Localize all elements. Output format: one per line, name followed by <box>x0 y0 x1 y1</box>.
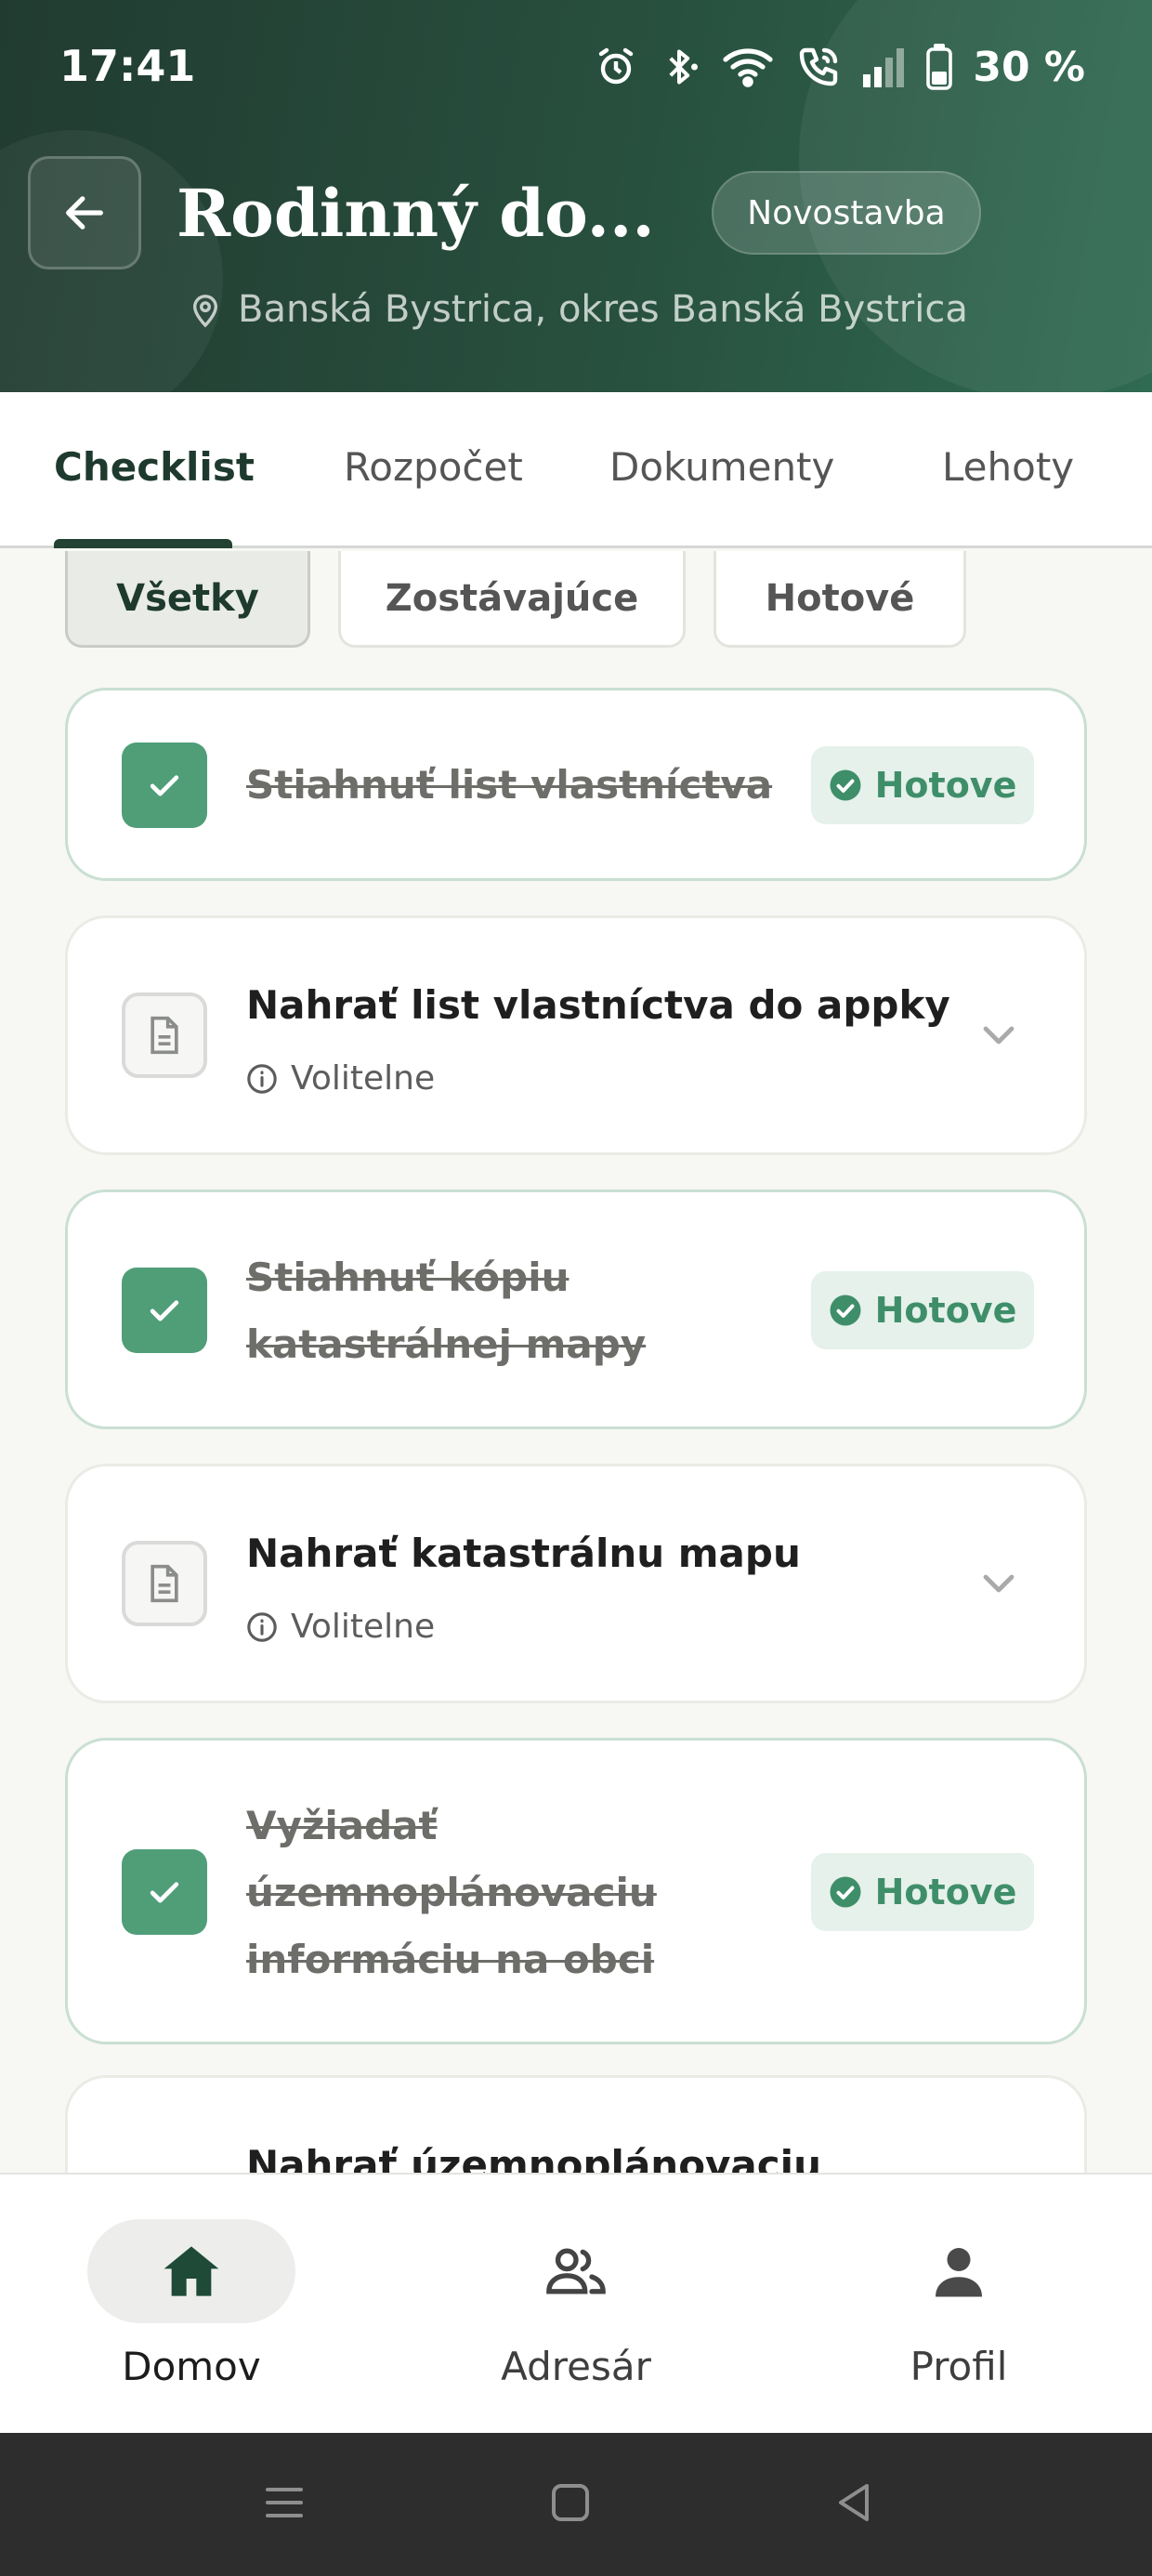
nav-contacts-pill <box>472 2219 680 2323</box>
back-triangle-icon[interactable] <box>831 2479 876 2526</box>
check-circle-icon <box>830 1876 861 1908</box>
signal-icon <box>863 48 905 87</box>
tab-dokumenty[interactable]: Dokumenty <box>609 444 834 490</box>
optional-label: Volitelne <box>291 1608 436 1646</box>
chevron-down-icon[interactable] <box>976 1016 1021 1053</box>
tab-rozpocet[interactable]: Rozpočet <box>344 444 523 490</box>
home-button-icon[interactable] <box>548 2479 593 2526</box>
task-title: Stiahnuť list vlastníctva <box>246 762 773 808</box>
file-icon <box>151 1016 178 1055</box>
bottom-navigation: Domov Adresár Profil <box>0 2173 1152 2433</box>
task-checkbox[interactable] <box>122 743 207 828</box>
check-icon <box>150 775 179 796</box>
check-icon <box>150 1882 179 1903</box>
alarm-icon <box>599 47 634 85</box>
done-badge-label: Hotove <box>874 1290 1017 1331</box>
system-navigation-bar <box>0 2433 1152 2576</box>
location-pin-icon <box>192 295 218 328</box>
done-badge: Hotove <box>811 1271 1034 1349</box>
location-text: Banská Bystrica, okres Banská Bystrica <box>238 288 968 331</box>
task-title: Nahrať list vlastníctva do appky <box>246 982 950 1028</box>
nav-item-contacts[interactable]: Adresár <box>437 2219 715 2389</box>
battery-icon <box>926 44 953 90</box>
nav-label: Profil <box>910 2344 1008 2389</box>
nav-item-profile[interactable]: Profil <box>819 2219 1098 2389</box>
nav-item-home[interactable]: Domov <box>52 2219 331 2389</box>
arrow-left-icon <box>66 196 103 230</box>
optional-label: Volitelne <box>291 1059 436 1097</box>
task-card[interactable]: Stiahnuť list vlastníctva Hotove <box>65 688 1087 881</box>
task-title: Vyžiadať územnoplánovaciu informáciu na … <box>246 1803 657 1982</box>
info-icon <box>247 1063 277 1094</box>
document-icon <box>122 1541 207 1626</box>
wifi-call-icon <box>800 47 838 86</box>
file-icon <box>151 1564 178 1603</box>
project-type-badge: Novostavba <box>712 171 981 255</box>
check-circle-icon <box>830 769 861 801</box>
task-card[interactable]: Nahrať list vlastníctva do appky Volitel… <box>65 915 1087 1155</box>
task-title: Nahrať územnoplánovaciu <box>246 2142 821 2173</box>
filter-done[interactable]: Hotové <box>713 551 966 648</box>
person-icon <box>936 2248 982 2297</box>
contacts-icon <box>546 2248 606 2294</box>
done-badge-label: Hotove <box>874 765 1017 806</box>
status-bar: 17:41 30 % <box>0 0 1152 139</box>
document-icon <box>122 992 207 1078</box>
task-title: Stiahnuť kópiu katastrálnej mapy <box>246 1255 647 1367</box>
nav-home-pill <box>87 2219 295 2323</box>
nav-label: Domov <box>122 2344 261 2389</box>
battery-percent: 30 % <box>973 43 1085 91</box>
checklist-content[interactable]: Všetky Zostávajúce Hotové Stiahnuť list … <box>0 551 1152 2173</box>
task-card[interactable]: Vyžiadať územnoplánovaciu informáciu na … <box>65 1738 1087 2044</box>
recent-apps-icon[interactable] <box>262 2479 307 2526</box>
page-title: Rodinný do... <box>177 175 655 252</box>
home-icon <box>164 2246 219 2296</box>
nav-profile-pill <box>855 2219 1063 2323</box>
task-card[interactable]: Nahrať katastrálnu mapu Volitelne <box>65 1464 1087 1703</box>
done-badge: Hotove <box>811 746 1034 824</box>
wifi-icon <box>723 48 773 87</box>
task-checkbox[interactable] <box>122 1849 207 1935</box>
check-circle-icon <box>830 1295 861 1326</box>
optional-note: Volitelne <box>246 1059 435 1097</box>
task-title: Nahrať katastrálnu mapu <box>246 1531 801 1576</box>
filter-remaining[interactable]: Zostávajúce <box>338 551 686 648</box>
task-card[interactable]: Stiahnuť kópiu katastrálnej mapy Hotove <box>65 1189 1087 1429</box>
tab-bar: Checklist Rozpočet Dokumenty Lehoty <box>0 392 1152 548</box>
check-icon <box>150 1300 179 1321</box>
nav-label: Adresár <box>501 2344 651 2389</box>
chevron-down-icon[interactable] <box>976 1564 1021 1601</box>
back-button[interactable] <box>28 156 141 269</box>
info-icon <box>247 1611 277 1642</box>
done-badge-label: Hotove <box>874 1872 1017 1912</box>
app-header: 17:41 30 % Rodinný do... Novostavba Bans… <box>0 0 1152 392</box>
bluetooth-icon <box>669 49 699 85</box>
task-checkbox[interactable] <box>122 1268 207 1353</box>
done-badge: Hotove <box>811 1853 1034 1931</box>
optional-note: Volitelne <box>246 1608 435 1646</box>
filter-all[interactable]: Všetky <box>65 551 310 648</box>
active-tab-indicator <box>54 539 232 548</box>
tab-checklist[interactable]: Checklist <box>54 444 255 490</box>
status-time: 17:41 <box>59 41 196 91</box>
tab-lehoty[interactable]: Lehoty <box>942 444 1074 490</box>
task-card[interactable]: Nahrať územnoplánovaciu <box>65 2075 1087 2173</box>
project-location: Banská Bystrica, okres Banská Bystrica <box>190 288 968 331</box>
status-icons: 30 % <box>594 41 1085 93</box>
